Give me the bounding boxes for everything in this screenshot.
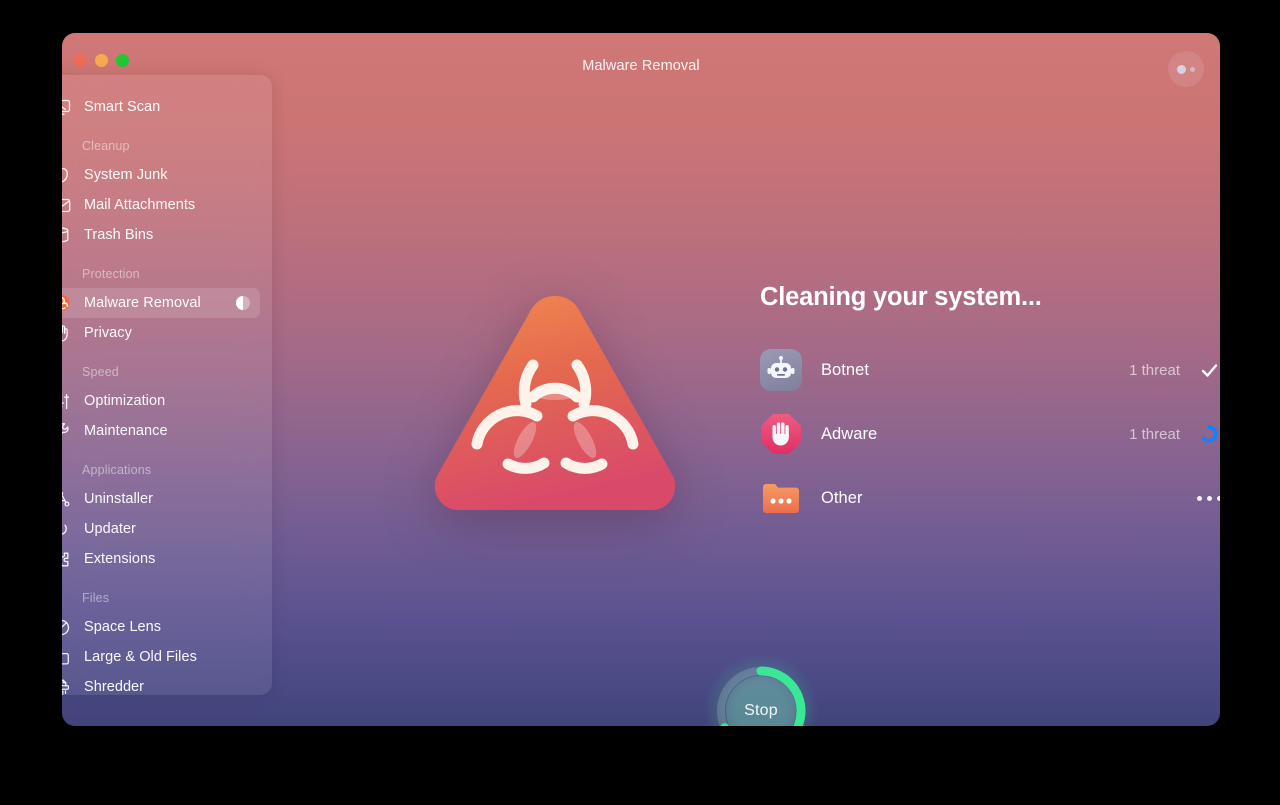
sidebar-item-malware-removal[interactable]: Malware Removal: [62, 288, 260, 318]
sidebar-item-privacy[interactable]: Privacy: [62, 318, 260, 348]
robot-icon: [760, 349, 802, 391]
space-lens-icon: [62, 616, 74, 638]
ellipsis-dot: [1216, 495, 1220, 501]
threat-name: Adware: [821, 424, 878, 443]
sidebar-item-smart-scan[interactable]: Smart Scan: [62, 92, 260, 122]
sidebar-item-label: System Junk: [84, 167, 168, 183]
threat-name: Other: [821, 488, 863, 507]
account-button[interactable]: [1168, 51, 1204, 87]
sidebar-item-shredder[interactable]: Shredder: [62, 672, 260, 702]
sidebar-item-mail-attachments[interactable]: Mail Attachments: [62, 190, 260, 220]
stop-button[interactable]: Stop: [715, 665, 807, 726]
sidebar-item-label: Privacy: [84, 325, 132, 341]
sidebar-item-system-junk[interactable]: System Junk: [62, 160, 260, 190]
threat-row[interactable]: Botnet 1 threat: [760, 346, 1220, 394]
app-window: Malware Removal Cleaning your system... …: [62, 33, 1220, 726]
sidebar-section-files: Files: [82, 591, 110, 605]
checkmark-icon: [1198, 359, 1220, 381]
account-dot-small-icon: [1190, 66, 1195, 72]
threat-row[interactable]: Other: [760, 474, 1220, 522]
stop-hand-icon: [760, 413, 802, 455]
junk-icon: [62, 164, 74, 186]
threat-row[interactable]: Adware 1 threat: [760, 410, 1220, 458]
biohazard-icon: [62, 292, 74, 314]
stop-button-label: Stop: [744, 702, 778, 719]
sidebar-item-large-old-files[interactable]: Large & Old Files: [62, 642, 260, 672]
sidebar: Smart Scan Cleanup System Junk Mail Atta…: [62, 75, 272, 695]
sidebar-item-extensions[interactable]: Extensions: [62, 544, 260, 574]
sidebar-item-trash-bins[interactable]: Trash Bins: [62, 220, 260, 250]
ellipsis-icon[interactable]: [1196, 487, 1220, 509]
shredder-icon: [62, 676, 74, 698]
puzzle-piece-icon: [62, 548, 74, 570]
window-title: Malware Removal: [582, 58, 700, 74]
threat-count: 1 threat: [1129, 361, 1180, 379]
ellipsis-dot: [1206, 495, 1212, 501]
sidebar-item-label: Extensions: [84, 551, 156, 567]
sidebar-item-label: Maintenance: [84, 423, 168, 439]
folder-dots-icon: [760, 477, 802, 519]
sidebar-section-cleanup: Cleanup: [82, 139, 130, 153]
sidebar-item-uninstaller[interactable]: Uninstaller: [62, 484, 260, 514]
sidebar-section-speed: Speed: [82, 365, 119, 379]
sidebar-item-optimization[interactable]: Optimization: [62, 386, 260, 416]
stop-button-area: Stop: [701, 651, 821, 726]
wrench-icon: [62, 420, 74, 442]
sidebar-item-label: Smart Scan: [84, 99, 161, 115]
threat-name: Botnet: [821, 360, 870, 379]
sidebar-item-label: Trash Bins: [84, 227, 154, 243]
half-circle-progress-icon: [236, 296, 250, 310]
hand-icon: [62, 322, 74, 344]
envelope-icon: [62, 194, 74, 216]
sidebar-item-label: Updater: [84, 521, 136, 537]
sliders-icon: [62, 390, 74, 412]
spinner-icon: [1198, 423, 1220, 445]
sidebar-item-label: Uninstaller: [84, 491, 154, 507]
trash-bin-icon: [62, 224, 74, 246]
sidebar-item-maintenance[interactable]: Maintenance: [62, 416, 260, 446]
sidebar-section-protection: Protection: [82, 267, 140, 281]
biohazard-triangle-icon: [426, 288, 684, 520]
refresh-arrow-icon: [62, 518, 74, 540]
sidebar-item-label: Malware Removal: [84, 295, 201, 311]
page-title: Cleaning your system...: [760, 283, 1042, 311]
main-content: Cleaning your system... Botnet 1 threat …: [306, 103, 1220, 726]
account-dots-icon: [1177, 64, 1186, 74]
app-grid-icon: [62, 488, 74, 510]
screen: Malware Removal Cleaning your system... …: [0, 0, 1280, 805]
folder-icon: [62, 646, 74, 668]
sidebar-section-applications: Applications: [82, 463, 152, 477]
sidebar-item-label: Large & Old Files: [84, 649, 197, 665]
monitor-scan-icon: [62, 96, 74, 118]
sidebar-item-space-lens[interactable]: Space Lens: [62, 612, 260, 642]
sidebar-item-updater[interactable]: Updater: [62, 514, 260, 544]
sidebar-item-label: Optimization: [84, 393, 166, 409]
sidebar-item-label: Space Lens: [84, 619, 162, 635]
sidebar-item-label: Mail Attachments: [84, 197, 196, 213]
ellipsis-dot: [1196, 495, 1202, 501]
threat-count: 1 threat: [1129, 425, 1180, 443]
cleaning-panel: Cleaning your system... Botnet 1 threat …: [760, 283, 1220, 538]
sidebar-item-label: Shredder: [84, 679, 145, 695]
